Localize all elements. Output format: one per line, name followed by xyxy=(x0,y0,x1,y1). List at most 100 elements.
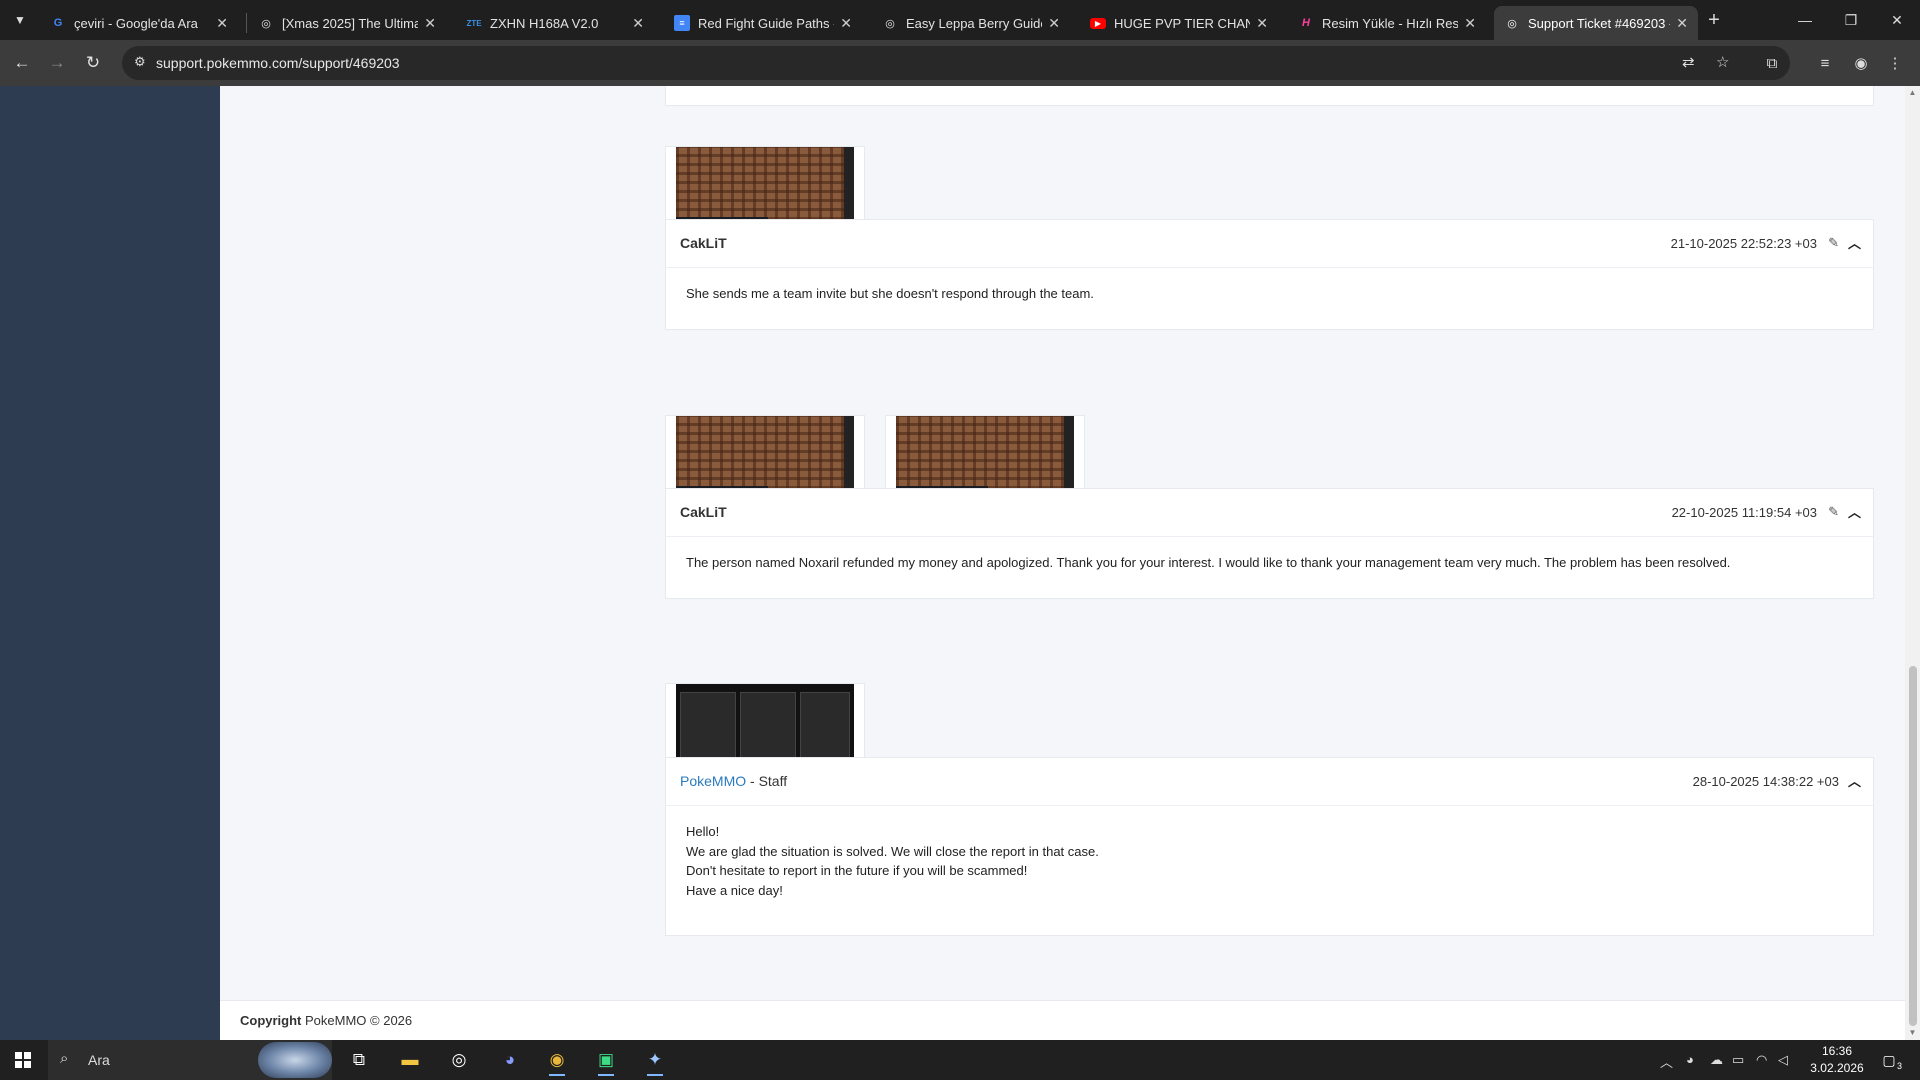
cloud-icon[interactable]: ☁ xyxy=(1710,1052,1723,1068)
close-icon[interactable]: ✕ xyxy=(424,15,436,32)
bookmark-star-icon[interactable]: ☆ xyxy=(1716,53,1729,71)
tab-title: Support Ticket #469203 - xyxy=(1528,15,1671,31)
profile-icon[interactable]: ◉ xyxy=(1849,51,1873,75)
post-text: We are glad the situation is solved. We … xyxy=(686,843,1099,859)
taskbar-search[interactable]: ⌕ Ara xyxy=(48,1040,332,1080)
post-text: She sends me a team invite but she doesn… xyxy=(686,286,1094,301)
tab-title: Red Fight Guide Paths - G xyxy=(698,15,834,31)
wifi-icon[interactable]: ◠ xyxy=(1756,1052,1767,1068)
url-text[interactable]: support.pokemmo.com/support/469203 xyxy=(156,55,400,71)
collapse-chevron-icon[interactable]: ︿ xyxy=(1848,233,1861,252)
restore-icon[interactable]: ❐ xyxy=(1828,0,1874,40)
tab-search-icon[interactable]: ▼ xyxy=(8,8,32,32)
media-controls-icon[interactable]: ≡ xyxy=(1813,51,1837,75)
tab-google-search[interactable]: G çeviri - Google'da Ara ✕ xyxy=(40,6,238,40)
upload-icon: H xyxy=(1302,17,1310,29)
close-icon[interactable]: ✕ xyxy=(1464,15,1476,32)
youtube-icon: ▶ xyxy=(1090,17,1106,29)
android-studio-icon[interactable]: ▣ xyxy=(590,1044,622,1076)
post-date: 21-10-2025 22:52:23 +03 xyxy=(1670,236,1817,251)
tab-title: Easy Leppa Berry Guide - xyxy=(906,15,1043,31)
close-icon[interactable]: ✕ xyxy=(632,15,644,32)
staff-author-link[interactable]: PokeMMO xyxy=(680,773,746,789)
translate-icon[interactable]: ⇄ xyxy=(1682,53,1695,71)
tab-support-ticket[interactable]: ◎ Support Ticket #469203 - ✕ xyxy=(1494,6,1698,40)
copyright-value: PokeMMO © 2026 xyxy=(305,1013,413,1028)
pokemmo-icon: ◎ xyxy=(885,17,895,30)
notification-icon[interactable]: ▢ 3 xyxy=(1876,1048,1902,1072)
edit-icon[interactable]: ✎ xyxy=(1828,235,1839,251)
task-view-icon[interactable]: ⧉ xyxy=(343,1044,375,1076)
menu-icon[interactable]: ⋮ xyxy=(1883,51,1907,75)
docs-icon: ≡ xyxy=(674,15,690,31)
left-sidebar xyxy=(0,86,220,1040)
zte-icon: ZTE xyxy=(466,18,482,28)
collapse-chevron-icon[interactable]: ︿ xyxy=(1848,502,1861,521)
copyright-text: Copyright PokeMMO © 2026 xyxy=(240,1013,412,1028)
tab-pvp-tier[interactable]: ▶ HUGE PVP TIER CHANGE ✕ xyxy=(1080,6,1278,40)
post-body: Hello! We are glad the situation is solv… xyxy=(666,806,1873,916)
notification-count: 3 xyxy=(1896,1061,1902,1071)
scrollbar-thumb[interactable] xyxy=(1909,666,1917,1026)
close-icon[interactable]: ✕ xyxy=(1676,15,1688,32)
google-icon: G xyxy=(53,17,63,29)
close-icon[interactable]: ✕ xyxy=(1048,15,1060,32)
battery-icon[interactable]: ▭ xyxy=(1732,1052,1744,1068)
tab-zxhn[interactable]: ZTE ZXHN H168A V2.0 ✕ xyxy=(456,6,654,40)
collapse-chevron-icon[interactable]: ︿ xyxy=(1848,771,1861,790)
tab-red-fight-guide[interactable]: ≡ Red Fight Guide Paths - G ✕ xyxy=(664,6,862,40)
close-icon[interactable]: ✕ xyxy=(1256,15,1268,32)
file-explorer-icon[interactable]: ▬ xyxy=(394,1044,426,1076)
extensions-icon[interactable]: ⧉ xyxy=(1760,51,1784,75)
app-icon[interactable]: ✦ xyxy=(639,1044,671,1076)
tab-resim-yukle[interactable]: H Resim Yükle - Hızlı Resim ✕ xyxy=(1288,6,1486,40)
reload-icon[interactable]: ↻ xyxy=(79,49,107,77)
volume-icon[interactable]: ◁ xyxy=(1778,1052,1788,1068)
back-icon[interactable]: ← xyxy=(8,49,36,77)
search-highlight-image[interactable] xyxy=(258,1042,332,1078)
post-text: Don't hesitate to report in the future i… xyxy=(686,863,1028,878)
tray-overflow-icon[interactable]: ︿ xyxy=(1660,1052,1673,1071)
tab-divider xyxy=(246,13,247,33)
edit-icon[interactable]: ✎ xyxy=(1828,504,1839,520)
page-scrollbar[interactable]: ▲ ▼ xyxy=(1905,86,1920,1040)
pokemmo-icon: ◎ xyxy=(261,17,271,30)
page-footer: Copyright PokeMMO © 2026 xyxy=(220,1000,1905,1040)
address-bar[interactable]: ⚙ support.pokemmo.com/support/469203 ⇄ ☆ xyxy=(122,46,1790,80)
post-date: 22-10-2025 11:19:54 +03 xyxy=(1671,505,1817,520)
search-icon: ⌕ xyxy=(60,1050,69,1067)
window-close-icon[interactable]: ✕ xyxy=(1874,0,1920,40)
browser-tab-strip: ▼ G çeviri - Google'da Ara ✕ ◎ [Xmas 202… xyxy=(0,0,1920,40)
ticket-post: CakLiT 21-10-2025 22:52:23 +03 ✎ ︿ She s… xyxy=(665,219,1874,330)
site-info-icon[interactable]: ⚙ xyxy=(134,54,146,70)
forward-icon[interactable]: → xyxy=(43,49,71,77)
scroll-up-icon[interactable]: ▲ xyxy=(1908,88,1917,97)
start-button[interactable] xyxy=(0,1040,46,1080)
close-icon[interactable]: ✕ xyxy=(216,15,228,32)
new-tab-icon[interactable]: + xyxy=(1702,8,1726,32)
taskbar-clock[interactable]: 16:36 3.02.2026 xyxy=(1802,1043,1872,1077)
previous-post-card xyxy=(665,86,1874,106)
scroll-down-icon[interactable]: ▼ xyxy=(1908,1028,1917,1037)
ticket-post: CakLiT 22-10-2025 11:19:54 +03 ✎ ︿ The p… xyxy=(665,488,1874,599)
tab-xmas-2025[interactable]: ◎ [Xmas 2025] The Ultimate ✕ xyxy=(248,6,446,40)
tab-title: HUGE PVP TIER CHANGE xyxy=(1114,15,1251,31)
search-placeholder[interactable]: Ara xyxy=(88,1052,110,1068)
tab-title: [Xmas 2025] The Ultimate xyxy=(282,15,419,31)
tab-title: Resim Yükle - Hızlı Resim xyxy=(1322,15,1459,31)
pokemmo-app-icon[interactable]: ◎ xyxy=(443,1044,475,1076)
discord-icon[interactable]: ◕ xyxy=(494,1044,526,1076)
clock-time: 16:36 xyxy=(1821,1044,1853,1058)
tab-leppa-berry[interactable]: ◎ Easy Leppa Berry Guide - ✕ xyxy=(872,6,1070,40)
post-date: 28-10-2025 14:38:22 +03 xyxy=(1692,774,1839,789)
post-body: The person named Noxaril refunded my mon… xyxy=(666,537,1873,589)
discord-tray-icon[interactable]: ◕ xyxy=(1686,1052,1694,1067)
chrome-icon[interactable]: ◉ xyxy=(541,1044,573,1076)
ticket-post-staff: PokeMMO - Staff 28-10-2025 14:38:22 +03 … xyxy=(665,757,1874,936)
post-text: Hello! xyxy=(686,824,720,839)
post-text: The person named Noxaril refunded my mon… xyxy=(686,555,1731,570)
minimize-icon[interactable]: — xyxy=(1782,0,1828,40)
close-icon[interactable]: ✕ xyxy=(840,15,852,32)
post-author[interactable]: PokeMMO - Staff xyxy=(680,773,787,789)
windows-logo-icon xyxy=(15,1052,31,1068)
